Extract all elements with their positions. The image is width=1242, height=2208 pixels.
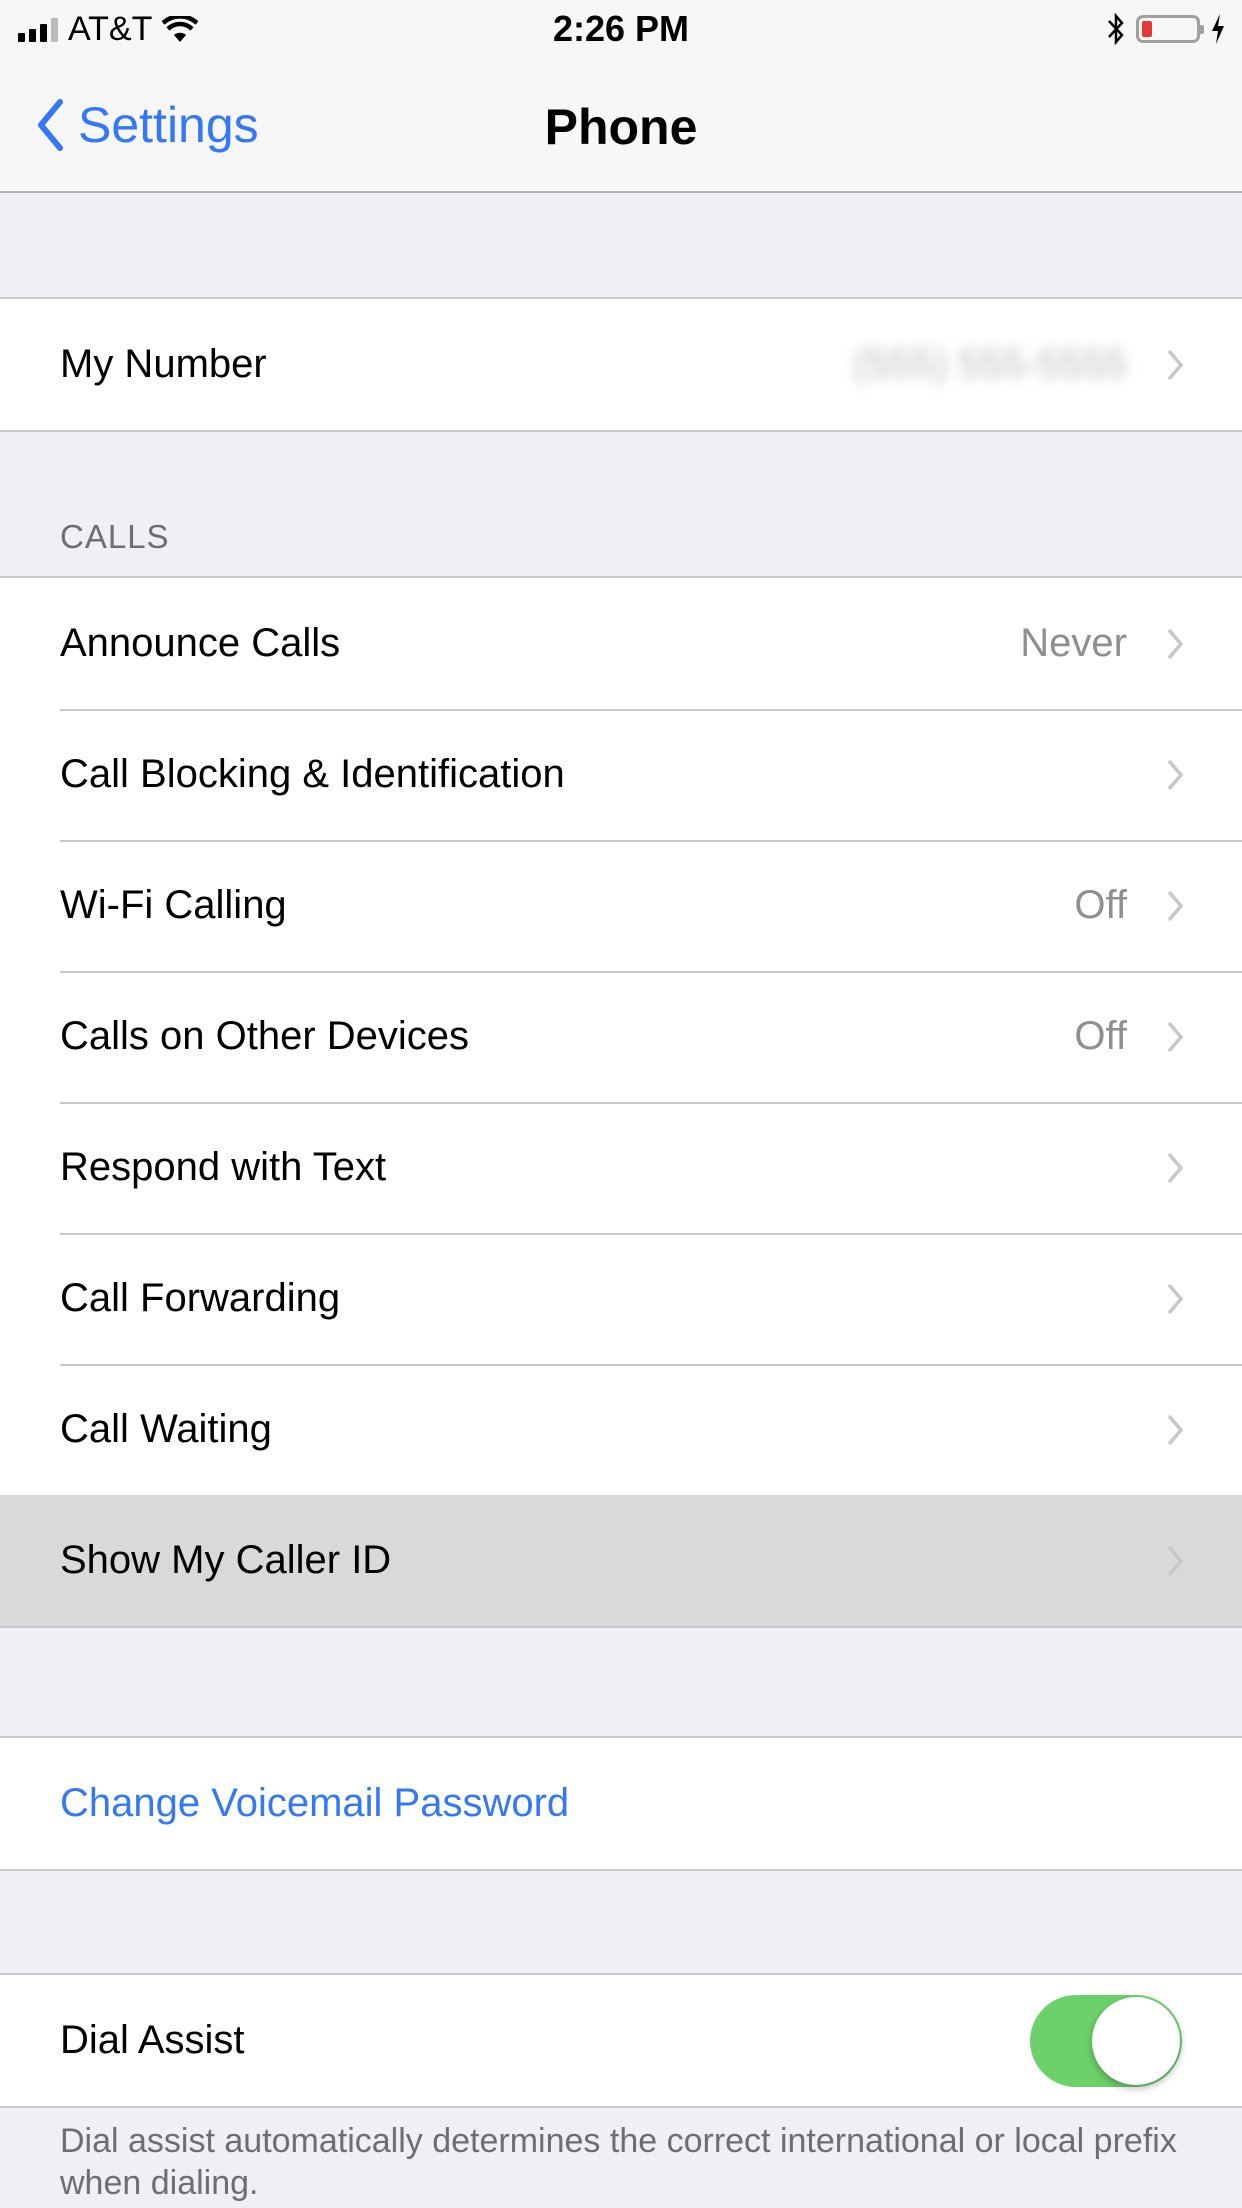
- row-label: Call Waiting: [60, 1407, 272, 1451]
- change-voicemail-password-row[interactable]: Change Voicemail Password: [0, 1738, 1242, 1869]
- my-number-value: (555) 555-5555: [853, 342, 1127, 386]
- row-label: Call Forwarding: [60, 1276, 341, 1320]
- dial-assist-footer: Dial assist automatically determines the…: [60, 2122, 1177, 2202]
- change-voicemail-password-link[interactable]: Change Voicemail Password: [60, 1781, 569, 1826]
- dial-assist-toggle[interactable]: [1030, 1994, 1182, 2087]
- row-value: Off: [1074, 1014, 1127, 1058]
- chevron-right-icon: [1167, 1414, 1184, 1445]
- my-number-label: My Number: [60, 342, 267, 386]
- wifi-calling-row[interactable]: Wi-Fi Calling Off: [0, 840, 1242, 971]
- row-value: Never: [1020, 621, 1127, 665]
- chevron-right-icon: [1167, 1021, 1184, 1052]
- row-label: Respond with Text: [60, 1145, 387, 1189]
- show-caller-id-row[interactable]: Show My Caller ID: [0, 1495, 1242, 1626]
- row-label: Wi-Fi Calling: [60, 883, 287, 927]
- toggle-knob: [1092, 1996, 1180, 2085]
- respond-with-text-row[interactable]: Respond with Text: [0, 1102, 1242, 1233]
- status-time: 2:26 PM: [552, 8, 690, 49]
- chevron-right-icon: [1167, 1545, 1184, 1576]
- dial-assist-row: Dial Assist: [0, 1975, 1242, 2106]
- row-value: Off: [1074, 883, 1127, 927]
- page-title: Phone: [544, 99, 698, 155]
- chevron-right-icon: [1167, 759, 1184, 790]
- dial-assist-label: Dial Assist: [60, 2018, 245, 2062]
- my-number-group: My Number (555) 555-5555: [0, 297, 1242, 432]
- dial-assist-group: Dial Assist: [0, 1973, 1242, 2108]
- chevron-right-icon: [1167, 628, 1184, 659]
- chevron-right-icon: [1167, 349, 1184, 380]
- chevron-right-icon: [1167, 1152, 1184, 1183]
- row-label: Calls on Other Devices: [60, 1014, 470, 1058]
- calls-section-header: CALLS: [60, 518, 170, 555]
- row-label: Announce Calls: [60, 621, 341, 665]
- row-label: Show My Caller ID: [60, 1538, 392, 1582]
- call-blocking-row[interactable]: Call Blocking & Identification: [0, 709, 1242, 840]
- charging-icon: [1212, 14, 1224, 44]
- announce-calls-row[interactable]: Announce Calls Never: [0, 578, 1242, 709]
- battery-icon: [1136, 15, 1204, 43]
- call-forwarding-row[interactable]: Call Forwarding: [0, 1233, 1242, 1364]
- calls-group: Announce Calls Never Call Blocking & Ide…: [0, 576, 1242, 1628]
- bluetooth-icon: [1108, 12, 1124, 46]
- voicemail-group: Change Voicemail Password: [0, 1736, 1242, 1871]
- row-label: Call Blocking & Identification: [60, 752, 565, 796]
- chevron-right-icon: [1167, 1283, 1184, 1314]
- navigation-bar: Settings Phone: [0, 60, 1242, 193]
- my-number-row[interactable]: My Number (555) 555-5555: [0, 299, 1242, 430]
- calls-other-devices-row[interactable]: Calls on Other Devices Off: [0, 971, 1242, 1102]
- status-bar: AT&T 2:26 PM: [0, 0, 1242, 60]
- call-waiting-row[interactable]: Call Waiting: [0, 1364, 1242, 1495]
- chevron-right-icon: [1167, 890, 1184, 921]
- status-right: [1106, 12, 1226, 46]
